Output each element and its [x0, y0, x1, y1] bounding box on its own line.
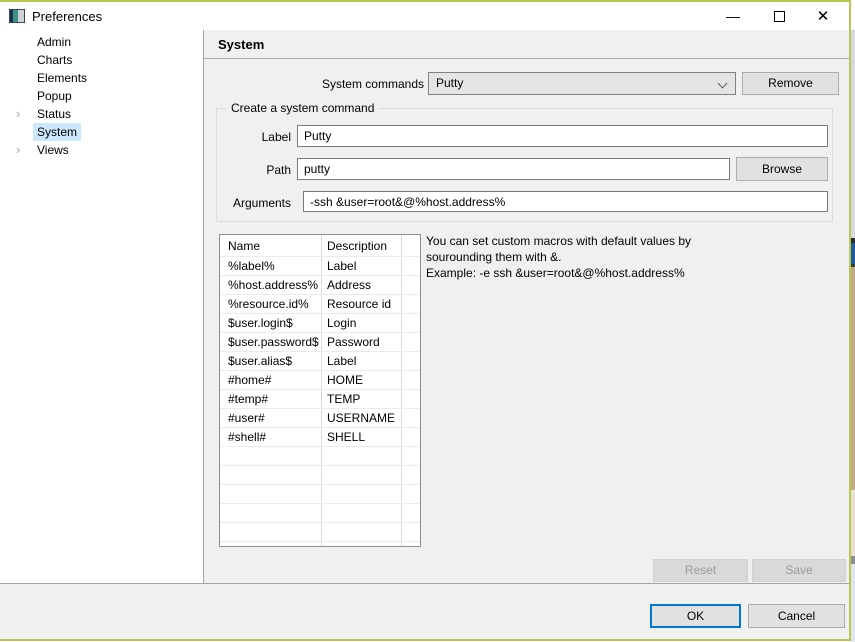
table-header-row: Name Description	[220, 235, 420, 257]
save-button[interactable]: Save	[752, 559, 846, 582]
create-command-groupbox: Create a system command Label Path Brows…	[216, 108, 833, 222]
sidebar-item-charts[interactable]: Charts	[0, 51, 203, 69]
chevron-right-icon[interactable]: ›	[16, 141, 28, 159]
sidebar-item-admin[interactable]: Admin	[0, 33, 203, 51]
table-row[interactable]: $user.alias$ Label	[220, 352, 420, 371]
sidebar-item-status[interactable]: › Status	[0, 105, 203, 123]
table-empty-row	[220, 466, 420, 485]
browse-button[interactable]: Browse	[736, 157, 828, 181]
maximize-icon	[774, 11, 785, 22]
minimize-button[interactable]: —	[716, 2, 750, 30]
table-row[interactable]: %label% Label	[220, 257, 420, 276]
sidebar-item-elements[interactable]: Elements	[0, 69, 203, 87]
maximize-button[interactable]	[762, 2, 796, 30]
system-commands-select[interactable]: Putty	[428, 72, 736, 95]
table-empty-row	[220, 504, 420, 523]
macros-table: Name Description %label% Label %host.add…	[219, 234, 421, 547]
sidebar-item-system[interactable]: System	[0, 123, 203, 141]
preferences-dialog: Preferences — ✕ Admin Charts Elements Po…	[0, 0, 855, 642]
column-header-description: Description	[327, 235, 387, 256]
close-button[interactable]: ✕	[806, 2, 840, 30]
table-row[interactable]: $user.login$ Login	[220, 314, 420, 333]
table-empty-row	[220, 523, 420, 542]
window-border-bottom	[0, 639, 851, 641]
main-panel: System System commands Putty Remove Crea…	[204, 30, 849, 583]
page-title: System	[218, 37, 264, 52]
path-field[interactable]	[297, 158, 730, 180]
table-row[interactable]: %resource.id% Resource id	[220, 295, 420, 314]
titlebar[interactable]: Preferences — ✕	[0, 2, 849, 30]
table-row[interactable]: #shell# SHELL	[220, 428, 420, 447]
chevron-down-icon	[718, 79, 728, 89]
label-field-label: Label	[217, 130, 291, 144]
table-row[interactable]: #temp# TEMP	[220, 390, 420, 409]
macro-help-text: You can set custom macros with default v…	[426, 233, 836, 281]
path-field-label: Path	[217, 163, 291, 177]
sidebar-item-views[interactable]: › Views	[0, 141, 203, 159]
table-row[interactable]: #user# USERNAME	[220, 409, 420, 428]
window-border-top	[0, 0, 851, 2]
minimize-icon: —	[726, 8, 740, 24]
table-empty-row	[220, 447, 420, 466]
footer: OK Cancel	[0, 584, 849, 639]
system-commands-label: System commands	[204, 77, 424, 91]
arguments-field[interactable]	[303, 191, 828, 212]
chevron-right-icon[interactable]: ›	[16, 105, 28, 123]
table-row[interactable]: #home# HOME	[220, 371, 420, 390]
remove-button[interactable]: Remove	[742, 72, 839, 95]
groupbox-legend: Create a system command	[227, 101, 378, 115]
table-row[interactable]: %host.address% Address	[220, 276, 420, 295]
cancel-button[interactable]: Cancel	[748, 604, 845, 628]
sidebar-item-popup[interactable]: Popup	[0, 87, 203, 105]
column-header-name: Name	[228, 235, 260, 256]
system-commands-selected-value: Putty	[436, 76, 463, 90]
window-border-right	[849, 0, 851, 641]
arguments-field-label: Arguments	[217, 196, 291, 210]
window-title: Preferences	[32, 9, 102, 24]
sidebar: Admin Charts Elements Popup › Status Sys…	[0, 30, 203, 583]
reset-button[interactable]: Reset	[653, 559, 748, 582]
table-empty-row	[220, 485, 420, 504]
app-icon	[9, 9, 25, 23]
close-icon: ✕	[817, 7, 830, 25]
header-divider	[204, 58, 849, 59]
table-row[interactable]: $user.password$ Password	[220, 333, 420, 352]
label-field[interactable]	[297, 125, 828, 147]
ok-button[interactable]: OK	[650, 604, 741, 628]
